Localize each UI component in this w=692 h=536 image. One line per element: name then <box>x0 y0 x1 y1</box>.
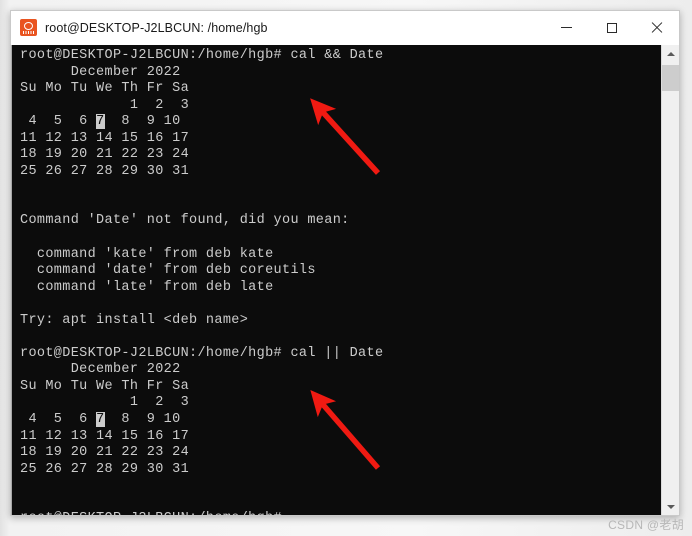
terminal-line: 4 5 6 7 8 9 10 <box>20 114 661 131</box>
terminal-body: root@DESKTOP-J2LBCUN:/home/hgb# cal && D… <box>11 45 679 515</box>
terminal-text-run: Su Mo Tu We Th Fr Sa <box>20 378 190 394</box>
calendar-today-highlight: 7 <box>96 412 105 428</box>
terminal-line: root@DESKTOP-J2LBCUN:/home/hgb# cal || D… <box>20 346 661 363</box>
scrollbar-up-button[interactable] <box>662 45 679 62</box>
close-button[interactable] <box>634 11 679 44</box>
terminal-line: 11 12 13 14 15 16 17 <box>20 429 661 446</box>
terminal-text-run: 1 2 3 <box>20 395 190 411</box>
page-root: root@DESKTOP-J2LBCUN: /home/hgb root@DES… <box>0 0 692 536</box>
terminal-text-run: 4 5 6 <box>20 114 97 130</box>
chevron-down-icon <box>666 504 675 509</box>
terminal-line: Su Mo Tu We Th Fr Sa <box>20 81 661 98</box>
terminal-text-run: 11 12 13 14 15 16 17 <box>20 130 190 146</box>
calendar-today-highlight: 7 <box>96 114 105 130</box>
terminal-line: command 'kate' from deb kate <box>20 247 661 264</box>
terminal-text-run: command 'kate' from deb kate <box>20 246 274 262</box>
terminal-text-run: 8 9 10 <box>104 412 181 428</box>
terminal-text-run: command 'date' from deb coreutils <box>20 263 316 279</box>
terminal-text-run: root@DESKTOP-J2LBCUN:/home/hgb# <box>20 511 282 515</box>
chevron-up-icon <box>666 51 675 56</box>
ubuntu-logo-icon <box>20 19 37 36</box>
scrollbar-track[interactable] <box>662 62 679 498</box>
terminal-line: December 2022 <box>20 65 661 82</box>
terminal-line: root@DESKTOP-J2LBCUN:/home/hgb# <box>20 511 661 515</box>
terminal-text-run: 25 26 27 28 29 30 31 <box>20 163 190 179</box>
maximize-icon <box>606 22 617 33</box>
terminal-line: Su Mo Tu We Th Fr Sa <box>20 379 661 396</box>
window-title: root@DESKTOP-J2LBCUN: /home/hgb <box>45 20 268 35</box>
terminal-text-run: December 2022 <box>20 64 181 80</box>
terminal-text-run: root@DESKTOP-J2LBCUN:/home/hgb# cal || D… <box>20 345 384 361</box>
terminal-line: 1 2 3 <box>20 98 661 115</box>
terminal-line: root@DESKTOP-J2LBCUN:/home/hgb# cal && D… <box>20 48 661 65</box>
terminal-text-run: 18 19 20 21 22 23 24 <box>20 147 190 163</box>
terminal-text-run: root@DESKTOP-J2LBCUN:/home/hgb# cal && D… <box>20 48 384 63</box>
watermark: CSDN @老胡 <box>608 518 684 532</box>
terminal-line: 4 5 6 7 8 9 10 <box>20 412 661 429</box>
terminal-line: 25 26 27 28 29 30 31 <box>20 164 661 181</box>
terminal-text-run: Try: apt install <deb name> <box>20 312 249 328</box>
minimize-icon <box>561 27 572 28</box>
terminal-line: Try: apt install <deb name> <box>20 313 661 330</box>
terminal-line: Command 'Date' not found, did you mean: <box>20 213 661 230</box>
terminal-line: command 'late' from deb late <box>20 280 661 297</box>
terminal-line: command 'date' from deb coreutils <box>20 263 661 280</box>
terminal-window: root@DESKTOP-J2LBCUN: /home/hgb root@DES… <box>10 10 680 516</box>
terminal-line: 25 26 27 28 29 30 31 <box>20 462 661 479</box>
terminal-text-run: December 2022 <box>20 362 181 378</box>
terminal-text-run: 11 12 13 14 15 16 17 <box>20 428 190 444</box>
minimize-button[interactable] <box>544 11 589 44</box>
terminal-scrollbar[interactable] <box>661 45 679 515</box>
terminal-text-run: 8 9 10 <box>104 114 181 130</box>
terminal-text-run: Command 'Date' not found, did you mean: <box>20 213 350 229</box>
terminal-line: 1 2 3 <box>20 395 661 412</box>
window-controls <box>544 11 679 44</box>
terminal-text-run: 4 5 6 <box>20 412 97 428</box>
terminal-line: 11 12 13 14 15 16 17 <box>20 131 661 148</box>
terminal-text-run: 18 19 20 21 22 23 24 <box>20 445 190 461</box>
scrollbar-down-button[interactable] <box>662 498 679 515</box>
scrollbar-thumb[interactable] <box>662 65 679 91</box>
close-icon <box>651 22 663 34</box>
terminal-text: root@DESKTOP-J2LBCUN:/home/hgb# cal && D… <box>20 48 661 515</box>
window-titlebar[interactable]: root@DESKTOP-J2LBCUN: /home/hgb <box>11 11 679 45</box>
terminal-line: December 2022 <box>20 362 661 379</box>
terminal-text-run: 1 2 3 <box>20 97 190 113</box>
terminal-text-run: 25 26 27 28 29 30 31 <box>20 461 190 477</box>
terminal-text-run: Su Mo Tu We Th Fr Sa <box>20 81 190 97</box>
maximize-button[interactable] <box>589 11 634 44</box>
terminal-text-run: command 'late' from deb late <box>20 279 274 295</box>
terminal-output-area[interactable]: root@DESKTOP-J2LBCUN:/home/hgb# cal && D… <box>12 45 661 515</box>
terminal-line: 18 19 20 21 22 23 24 <box>20 445 661 462</box>
terminal-line: 18 19 20 21 22 23 24 <box>20 147 661 164</box>
